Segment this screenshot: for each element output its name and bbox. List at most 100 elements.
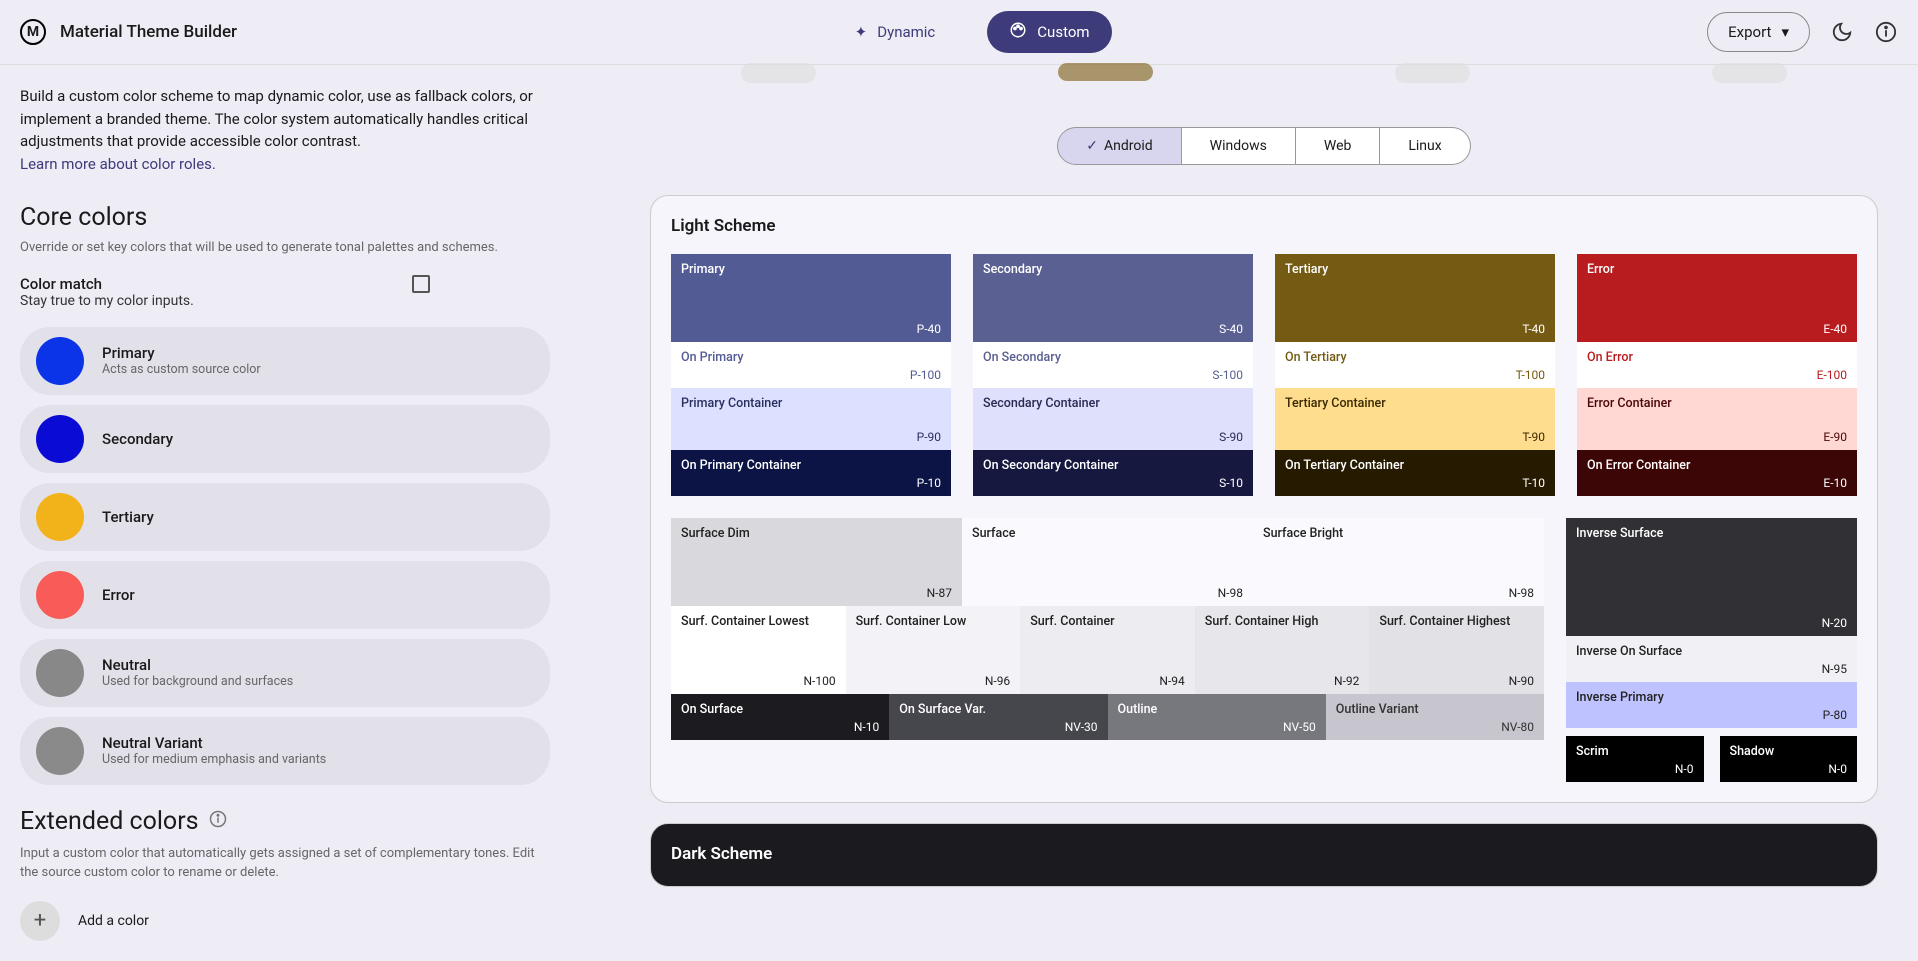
color-role-tile[interactable]: Inverse Primary P-80 <box>1566 682 1857 728</box>
role-code: N-0 <box>1828 762 1847 776</box>
color-role-tile[interactable]: Tertiary T-40 <box>1275 254 1555 342</box>
role-label: Secondary Container <box>983 396 1243 411</box>
color-role-tile[interactable]: Surf. Container N-94 <box>1020 606 1195 694</box>
color-role-tile[interactable]: Inverse Surface N-20 <box>1566 518 1857 636</box>
color-role-tile[interactable]: Scrim N-0 <box>1566 736 1704 782</box>
color-role-tile[interactable]: On Secondary Container S-10 <box>973 450 1253 496</box>
color-role-tile[interactable]: Surface N-98 <box>962 518 1253 606</box>
role-code: T-10 <box>1522 476 1545 490</box>
app-title: Material Theme Builder <box>60 22 237 42</box>
add-color-button[interactable]: + Add a color <box>20 901 550 941</box>
info-icon[interactable] <box>209 810 227 832</box>
color-swatch <box>36 649 84 697</box>
extended-colors-title: Extended colors <box>20 807 199 836</box>
role-code: T-40 <box>1522 322 1545 336</box>
role-code: P-40 <box>917 322 941 336</box>
role-code: T-90 <box>1522 430 1545 444</box>
intro-text: Build a custom color scheme to map dynam… <box>20 85 550 153</box>
core-color-item[interactable]: Error <box>20 561 550 629</box>
dark-scheme-title: Dark Scheme <box>671 844 1857 864</box>
color-role-tile[interactable]: Surface Dim N-87 <box>671 518 962 606</box>
role-label: Surface Bright <box>1263 526 1534 541</box>
color-role-tile[interactable]: On Primary P-100 <box>671 342 951 388</box>
mode-dynamic-button[interactable]: ✦ Dynamic <box>833 13 958 51</box>
export-button[interactable]: Export ▾ <box>1707 12 1810 52</box>
color-role-tile[interactable]: Error Container E-90 <box>1577 388 1857 450</box>
role-code: N-20 <box>1822 616 1847 630</box>
color-swatch <box>36 493 84 541</box>
role-label: Error <box>1587 262 1847 277</box>
role-label: On Tertiary <box>1285 350 1545 365</box>
platform-tab-android[interactable]: ✓Android <box>1057 127 1181 165</box>
color-role-tile[interactable]: On Primary Container P-10 <box>671 450 951 496</box>
preview-thumb <box>741 63 816 83</box>
color-role-tile[interactable]: Tertiary Container T-90 <box>1275 388 1555 450</box>
role-label: Inverse On Surface <box>1576 644 1847 659</box>
preview-thumb <box>1058 63 1153 81</box>
chevron-down-icon: ▾ <box>1781 23 1789 41</box>
platform-tabs: ✓Android Windows Web Linux <box>650 127 1878 165</box>
color-role-tile[interactable]: On Error Container E-10 <box>1577 450 1857 496</box>
dark-mode-icon[interactable] <box>1830 20 1854 44</box>
color-role-tile[interactable]: Primary Container P-90 <box>671 388 951 450</box>
color-desc: Used for background and surfaces <box>102 674 293 689</box>
role-label: Secondary <box>983 262 1243 277</box>
color-role-tile[interactable]: On Tertiary Container T-10 <box>1275 450 1555 496</box>
color-swatch <box>36 415 84 463</box>
role-code: E-10 <box>1823 476 1847 490</box>
role-label: Shadow <box>1730 744 1848 759</box>
tab-label: Linux <box>1408 138 1441 154</box>
role-label: Tertiary <box>1285 262 1545 277</box>
role-code: T-100 <box>1516 368 1545 382</box>
sparkle-icon: ✦ <box>855 23 868 41</box>
color-role-tile[interactable]: On Error E-100 <box>1577 342 1857 388</box>
plus-icon: + <box>20 901 60 941</box>
color-match-checkbox[interactable] <box>412 275 430 293</box>
color-role-tile[interactable]: Inverse On Surface N-95 <box>1566 636 1857 682</box>
tab-label: Android <box>1104 138 1153 154</box>
info-icon[interactable] <box>1874 20 1898 44</box>
color-role-tile[interactable]: Surf. Container High N-92 <box>1195 606 1370 694</box>
color-swatch <box>36 727 84 775</box>
color-name: Neutral <box>102 656 293 674</box>
color-role-tile[interactable]: On Tertiary T-100 <box>1275 342 1555 388</box>
mode-dynamic-label: Dynamic <box>877 23 935 41</box>
role-code: P-90 <box>917 430 941 444</box>
color-role-tile[interactable]: Outline NV-50 <box>1108 694 1326 740</box>
color-role-tile[interactable]: Secondary Container S-90 <box>973 388 1253 450</box>
platform-tab-linux[interactable]: Linux <box>1380 127 1470 165</box>
color-role-tile[interactable]: Surf. Container Highest N-90 <box>1369 606 1544 694</box>
color-role-tile[interactable]: On Surface N-10 <box>671 694 889 740</box>
color-role-tile[interactable]: Surf. Container Low N-96 <box>846 606 1021 694</box>
role-code: N-10 <box>854 720 879 734</box>
learn-more-link[interactable]: Learn more about color roles. <box>20 155 216 173</box>
color-role-tile[interactable]: On Surface Var. NV-30 <box>889 694 1107 740</box>
color-role-tile[interactable]: Primary P-40 <box>671 254 951 342</box>
role-code: S-10 <box>1219 476 1243 490</box>
core-color-item[interactable]: Primary Acts as custom source color <box>20 327 550 395</box>
role-code: N-90 <box>1509 674 1534 688</box>
role-code: NV-80 <box>1501 720 1534 734</box>
color-role-tile[interactable]: Shadow N-0 <box>1720 736 1858 782</box>
role-label: Surface Dim <box>681 526 952 541</box>
platform-tab-windows[interactable]: Windows <box>1182 127 1296 165</box>
color-role-tile[interactable]: On Secondary S-100 <box>973 342 1253 388</box>
platform-tab-web[interactable]: Web <box>1296 127 1381 165</box>
export-label: Export <box>1728 23 1771 41</box>
color-role-tile[interactable]: Secondary S-40 <box>973 254 1253 342</box>
role-label: Tertiary Container <box>1285 396 1545 411</box>
core-color-item[interactable]: Tertiary <box>20 483 550 551</box>
color-role-tile[interactable]: Error E-40 <box>1577 254 1857 342</box>
color-role-tile[interactable]: Surface Bright N-98 <box>1253 518 1544 606</box>
role-label: Outline <box>1118 702 1316 717</box>
mode-custom-button[interactable]: Custom <box>987 11 1111 53</box>
core-color-item[interactable]: Neutral Used for background and surfaces <box>20 639 550 707</box>
color-role-tile[interactable]: Surf. Container Lowest N-100 <box>671 606 846 694</box>
core-color-item[interactable]: Neutral Variant Used for medium emphasis… <box>20 717 550 785</box>
core-color-item[interactable]: Secondary <box>20 405 550 473</box>
role-code: E-100 <box>1817 368 1847 382</box>
palette-icon <box>1009 21 1027 43</box>
tab-label: Windows <box>1210 138 1267 154</box>
color-swatch <box>36 571 84 619</box>
color-role-tile[interactable]: Outline Variant NV-80 <box>1326 694 1544 740</box>
